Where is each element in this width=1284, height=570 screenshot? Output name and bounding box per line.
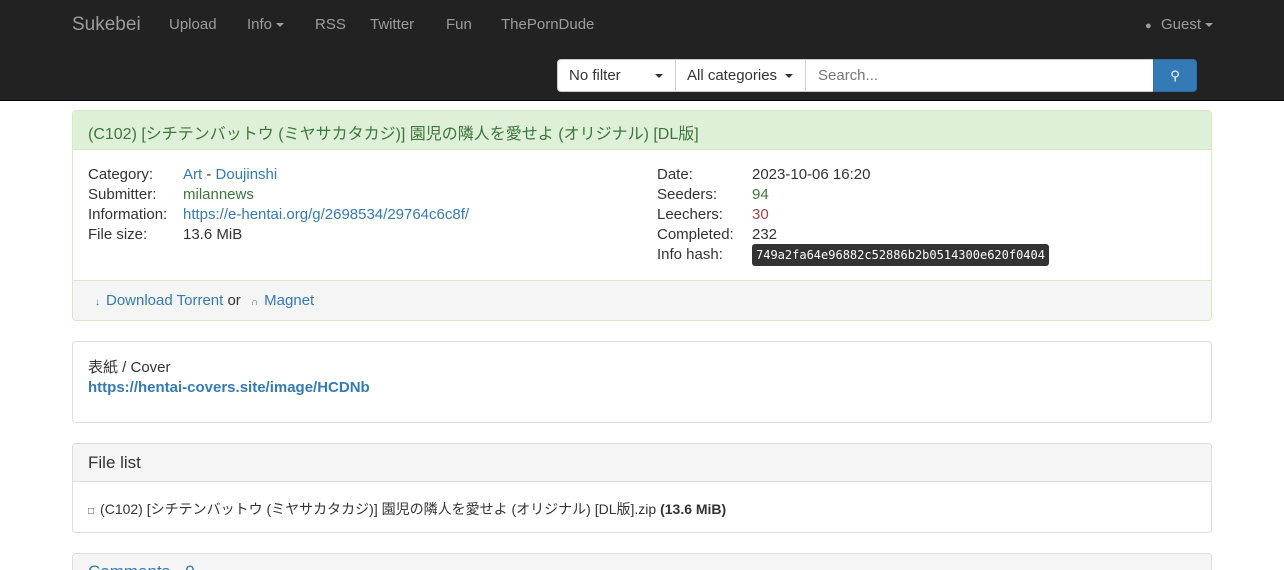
torrent-panel: (C102) [シチテンバットウ (ミヤサカタカジ)] 園児の隣人を愛せよ (オ… [72, 110, 1212, 321]
submitter-label: Submitter: [88, 186, 157, 203]
cover-link[interactable]: https://hentai-covers.site/image/HCDNb [88, 378, 1196, 398]
file-size: (13.6 MiB) [660, 501, 727, 517]
information-label: Information: [88, 206, 168, 223]
magnet-icon: ∩ [250, 297, 259, 308]
file-row: □ (C102) [シチテンバットウ (ミヤサカタカジ)] 園児の隣人を愛せよ (… [73, 482, 1211, 532]
chevron-down-icon [276, 23, 285, 28]
comments-panel [72, 553, 1212, 570]
description-panel: 表紙 / Cover https://hentai-covers.site/im… [72, 341, 1212, 423]
search-button[interactable]: ⚲ [1153, 59, 1197, 92]
infohash-value[interactable]: 749a2fa64e96882c52886b2b0514300e620f0404 [752, 244, 1049, 266]
category-value: Art - Doujinshi [183, 165, 277, 185]
completed-label: Completed: [657, 226, 734, 243]
user-label: Guest [1161, 16, 1202, 33]
search-icon: ⚲ [1170, 68, 1180, 83]
filesize-value: 13.6 MiB [183, 226, 243, 243]
leechers-value: 30 [752, 206, 769, 223]
date-value: 2023-10-06 16:20 [752, 166, 871, 183]
category-select[interactable]: All categories [675, 59, 806, 92]
nav-info[interactable]: Info [247, 16, 285, 33]
category-select-value: All categories [687, 67, 778, 84]
nav-theporndude[interactable]: ThePornDude [501, 16, 594, 33]
filter-select[interactable]: No filter [557, 59, 676, 92]
comments-link[interactable]: Comments - 0 [88, 562, 195, 570]
filelist-header: File list [73, 444, 1211, 482]
or-text: or [227, 292, 241, 309]
file-icon: □ [88, 506, 95, 517]
filesize-label: File size: [88, 226, 148, 243]
chevron-down-icon [655, 74, 663, 78]
seeders-value: 94 [752, 186, 769, 203]
information-link[interactable]: https://e-hentai.org/g/2698534/29764c6c8… [183, 205, 469, 225]
submitter-link[interactable]: milannews [183, 185, 254, 205]
user-icon: ● [1145, 20, 1152, 32]
infohash-label: Info hash: [657, 246, 723, 263]
file-name: (C102) [シチテンバットウ (ミヤサカタカジ)] 園児の隣人を愛せよ (オ… [100, 501, 657, 517]
description-text: 表紙 / Cover [88, 359, 171, 376]
nav-rss[interactable]: RSS [315, 16, 346, 33]
download-bar: ↓ Download Torrent or ∩ Magnet [73, 280, 1211, 320]
download-torrent-label: Download Torrent [106, 292, 224, 309]
download-torrent-link[interactable]: ↓ Download Torrent [95, 292, 223, 309]
category-main-link[interactable]: Art [183, 166, 202, 183]
nav-twitter[interactable]: Twitter [370, 16, 414, 33]
user-menu[interactable]: ● Guest [1145, 16, 1214, 33]
magnet-link[interactable]: ∩ Magnet [251, 292, 314, 309]
date-label: Date: [657, 166, 693, 183]
leechers-label: Leechers: [657, 206, 723, 223]
search-input[interactable] [805, 59, 1154, 92]
filelist-panel: File list □ (C102) [シチテンバットウ (ミヤサカタカジ)] 園… [72, 443, 1212, 533]
brand-link[interactable]: Sukebei [72, 14, 141, 36]
completed-value: 232 [752, 226, 778, 243]
chevron-down-icon [785, 74, 793, 78]
navbar: Sukebei Upload Info RSS Twitter Fun TheP… [0, 0, 1284, 101]
download-icon: ↓ [95, 297, 100, 308]
nav-fun[interactable]: Fun [446, 16, 472, 33]
infohash-wrap: 749a2fa64e96882c52886b2b0514300e620f0404 [752, 244, 1049, 266]
torrent-title: (C102) [シチテンバットウ (ミヤサカタカジ)] 園児の隣人を愛せよ (オ… [73, 111, 1211, 150]
seeders-label: Seeders: [657, 186, 718, 203]
chevron-down-icon [1205, 23, 1214, 28]
magnet-label: Magnet [264, 292, 315, 309]
category-label: Category: [88, 166, 154, 183]
nav-info-label: Info [247, 16, 273, 33]
nav-upload[interactable]: Upload [169, 16, 217, 33]
category-sub-link[interactable]: Doujinshi [216, 166, 278, 183]
filter-select-value: No filter [569, 67, 621, 84]
category-separator: - [202, 166, 216, 183]
